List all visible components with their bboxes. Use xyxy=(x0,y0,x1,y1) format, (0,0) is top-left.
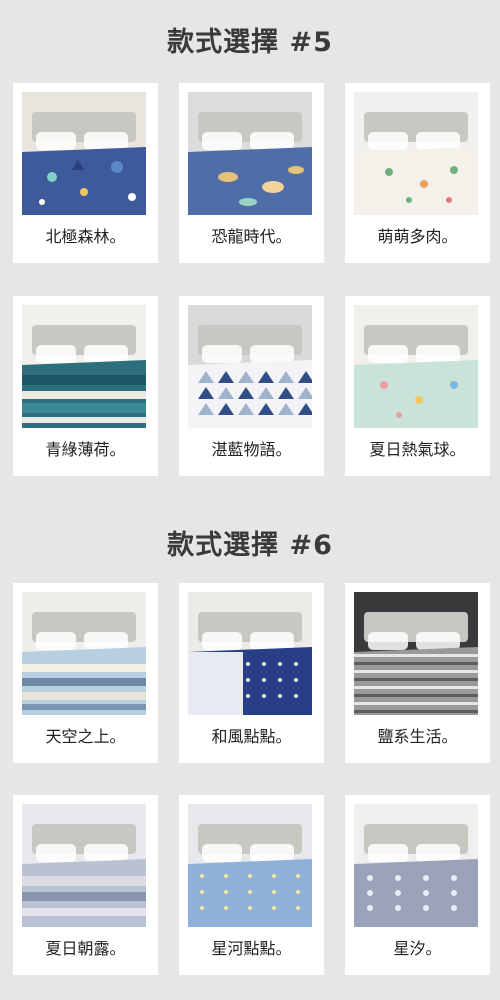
product-photo[interactable] xyxy=(188,592,312,715)
section-title-5: 款式選擇 #5 xyxy=(167,27,333,58)
product-name: 鹽系生活。 xyxy=(377,727,458,746)
product-photo[interactable] xyxy=(22,804,146,927)
product-photo[interactable] xyxy=(22,92,146,215)
product-card[interactable]: 青綠薄荷。 xyxy=(13,296,158,476)
product-photo[interactable] xyxy=(188,804,312,927)
product-photo[interactable] xyxy=(354,92,478,215)
product-card[interactable]: 天空之上。 xyxy=(13,583,158,763)
product-name: 天空之上。 xyxy=(45,727,126,746)
product-photo[interactable] xyxy=(354,592,478,715)
product-card[interactable]: 和風點點。 xyxy=(179,583,324,763)
product-card[interactable]: 夏日熱氣球。 xyxy=(345,296,490,476)
product-card[interactable]: 鹽系生活。 xyxy=(345,583,490,763)
product-name: 夏日朝露。 xyxy=(45,939,126,958)
product-name: 湛藍物語。 xyxy=(211,440,292,459)
product-name: 恐龍時代。 xyxy=(211,227,292,246)
product-photo[interactable] xyxy=(22,305,146,428)
product-photo[interactable] xyxy=(354,804,478,927)
product-photo[interactable] xyxy=(354,305,478,428)
product-photo[interactable] xyxy=(188,305,312,428)
product-name: 夏日熱氣球。 xyxy=(369,440,466,459)
product-card[interactable]: 星汐。 xyxy=(345,795,490,975)
product-name: 和風點點。 xyxy=(211,727,292,746)
product-name: 青綠薄荷。 xyxy=(45,440,126,459)
product-name: 萌萌多肉。 xyxy=(377,227,458,246)
product-card[interactable]: 恐龍時代。 xyxy=(179,83,324,263)
section-title-6: 款式選擇 #6 xyxy=(167,530,333,561)
product-card[interactable]: 北極森林。 xyxy=(13,83,158,263)
product-name: 星汐。 xyxy=(393,939,442,958)
product-card[interactable]: 萌萌多肉。 xyxy=(345,83,490,263)
product-card[interactable]: 湛藍物語。 xyxy=(179,296,324,476)
product-name: 星河點點。 xyxy=(211,939,292,958)
product-photo[interactable] xyxy=(22,592,146,715)
product-card[interactable]: 星河點點。 xyxy=(179,795,324,975)
product-name: 北極森林。 xyxy=(45,227,126,246)
product-card[interactable]: 夏日朝露。 xyxy=(13,795,158,975)
product-photo[interactable] xyxy=(188,92,312,215)
